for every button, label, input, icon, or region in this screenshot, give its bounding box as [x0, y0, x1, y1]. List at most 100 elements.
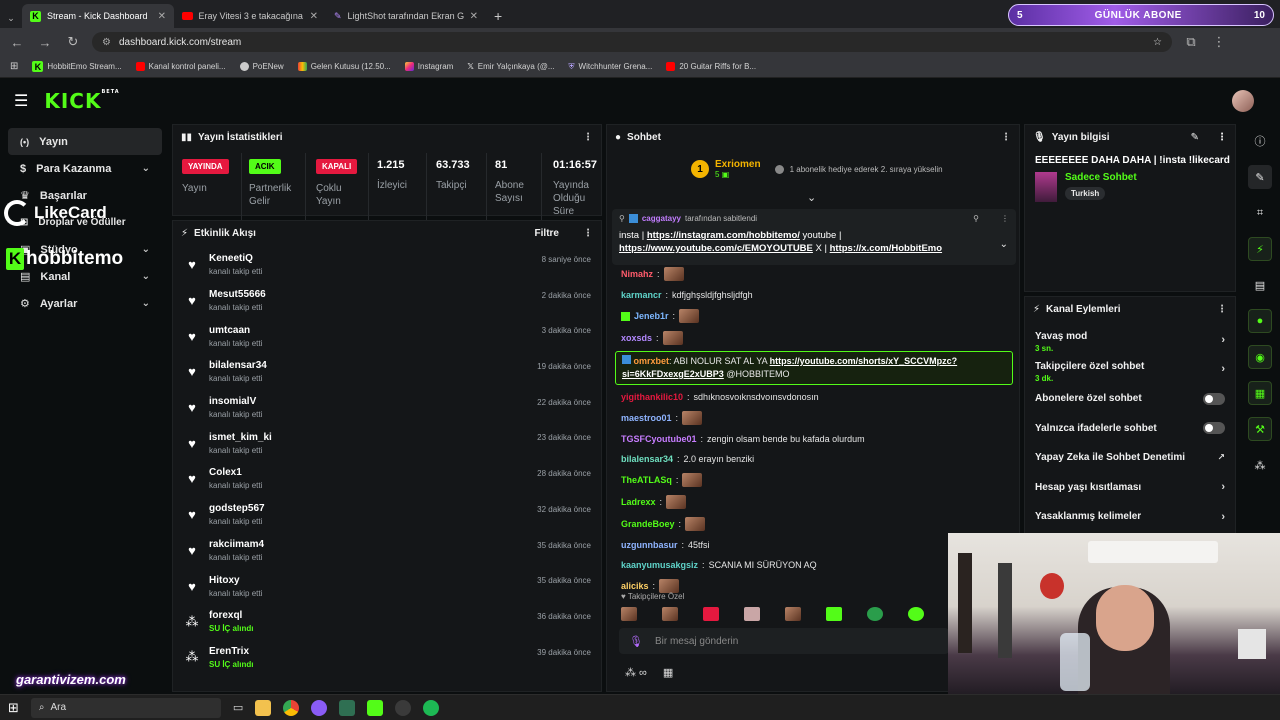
bookmark-item[interactable]: 𝕏 Emir Yalçınkaya (@...: [467, 62, 554, 71]
activity-username[interactable]: Hitoxy: [209, 575, 262, 586]
bookmark-item[interactable]: Kanal kontrol paneli...: [135, 62, 226, 71]
layout-icon[interactable]: ▦: [1248, 381, 1272, 405]
emote[interactable]: [867, 607, 883, 621]
filter-button[interactable]: Filtre: [535, 228, 559, 239]
extensions-icon[interactable]: ⧉: [1182, 34, 1200, 50]
close-icon[interactable]: ✕: [470, 11, 478, 22]
pinned-link[interactable]: https://www.youtube.com/c/EMOYOUTUBE: [619, 243, 813, 254]
emote[interactable]: [703, 607, 719, 621]
top-gifter-name[interactable]: Exriomen: [715, 159, 761, 170]
activity-username[interactable]: Mesut55666: [209, 289, 266, 300]
kick-logo[interactable]: KICKBETA: [44, 89, 119, 113]
sidebar-item-ayarlar[interactable]: ⚙ Ayarlar ⌄: [8, 290, 162, 317]
kick-app-icon[interactable]: [367, 699, 384, 716]
bookmark-item[interactable]: Instagram: [404, 62, 453, 71]
activity-username[interactable]: ismet_kim_ki: [209, 432, 272, 443]
ai-moderation-option[interactable]: Yapay Zeka ile Sohbet Denetimi ↗: [1025, 443, 1235, 473]
avatar[interactable]: [1232, 90, 1254, 112]
more-options-icon[interactable]: ⋮: [1001, 132, 1011, 143]
chat-username[interactable]: kaanyumusakgsiz: [621, 559, 698, 571]
slow-mode-option[interactable]: Yavaş mod 3 sn. ›: [1025, 325, 1235, 355]
menu-icon[interactable]: ⋮: [1210, 34, 1228, 50]
chat-username[interactable]: TGSFCyoutube01: [621, 433, 697, 445]
address-bar[interactable]: ⚙ dashboard.kick.com/stream ☆: [92, 32, 1172, 52]
emote[interactable]: [744, 607, 760, 621]
activity-username[interactable]: rakciimam4: [209, 539, 264, 550]
activity-username[interactable]: forexql: [209, 610, 253, 621]
chat-username[interactable]: TheATLASq: [621, 474, 672, 486]
taskbar-search[interactable]: ⌕ Ara: [30, 697, 221, 718]
chat-link[interactable]: https://youtube.com/shorts/xY_SCCVMpzc?: [770, 356, 958, 366]
chat-username[interactable]: GrandeBoey: [621, 518, 675, 530]
activity-username[interactable]: insomialV: [209, 396, 262, 407]
category-name[interactable]: Sadece Sohbet: [1065, 172, 1137, 183]
emote[interactable]: [908, 607, 924, 621]
chat-username[interactable]: Ladrexx: [621, 496, 656, 508]
edit-icon[interactable]: ✎: [1191, 132, 1199, 143]
forward-icon[interactable]: →: [36, 35, 54, 50]
bookmark-item[interactable]: Gelen Kutusu (12.50...: [297, 62, 391, 71]
bookmark-item[interactable]: K HobbitEmo Stream...: [32, 61, 122, 72]
chat-link[interactable]: si=6KkFDxexgE2xUBP3: [622, 369, 724, 379]
category-thumbnail[interactable]: [1035, 172, 1057, 202]
emote[interactable]: [826, 607, 842, 621]
activity-username[interactable]: godstep567: [209, 503, 265, 514]
chrome-icon[interactable]: [283, 699, 300, 716]
chat-icon[interactable]: ●: [1248, 309, 1272, 333]
activity-username[interactable]: KeneetiQ: [209, 253, 262, 264]
chat-username[interactable]: maestroo01: [621, 412, 672, 424]
task-view-icon[interactable]: ▭: [233, 701, 243, 714]
account-age-option[interactable]: Hesap yaşı kısıtlaması ›: [1025, 473, 1235, 503]
activity-username[interactable]: ErenTrix: [209, 646, 253, 657]
more-options-icon[interactable]: ⋮: [583, 132, 593, 143]
new-tab-button[interactable]: +: [486, 4, 510, 28]
microphone-icon[interactable]: 🎙︎: [629, 635, 643, 648]
chat-username[interactable]: yigithankilic10: [621, 391, 683, 403]
bookmark-item[interactable]: PoENew: [239, 62, 284, 71]
more-options-icon[interactable]: ⋮: [583, 228, 593, 239]
unpin-icon[interactable]: ⚲: [973, 214, 979, 223]
chat-username[interactable]: aliciks: [621, 580, 649, 592]
points-icon[interactable]: ⁂ ∞: [625, 666, 647, 679]
chat-username[interactable]: Nimahz: [621, 268, 653, 280]
pinned-link[interactable]: https://x.com/HobbitEmo: [830, 243, 942, 254]
broadcast-icon[interactable]: ◉: [1248, 345, 1272, 369]
bolt-icon[interactable]: ⚡: [1248, 237, 1272, 261]
reload-icon[interactable]: ↻: [64, 34, 82, 50]
windows-start-icon[interactable]: ⊞: [8, 700, 19, 716]
points-icon[interactable]: ⁂: [1248, 453, 1272, 477]
bookmark-item[interactable]: 20 Guitar Riffs for B...: [666, 62, 756, 71]
back-icon[interactable]: ←: [8, 35, 26, 50]
chat-username[interactable]: Jeneb1r: [634, 310, 669, 322]
close-icon[interactable]: ✕: [158, 11, 166, 22]
emote[interactable]: [662, 607, 678, 621]
sidebar-item-para-kazanma[interactable]: $ Para Kazanma ⌄: [8, 155, 162, 182]
tab-youtube[interactable]: Eray Vitesi 3 e takacağına 1 e ta ✕: [174, 4, 326, 28]
app-icon[interactable]: [339, 699, 356, 716]
tab-kick-dashboard[interactable]: K Stream - Kick Dashboard ✕: [22, 4, 174, 28]
chat-input[interactable]: 🎙︎ Bir mesaj gönderin: [619, 628, 949, 654]
bookmark-item[interactable]: ⛨ Witchhunter Grena...: [569, 62, 653, 72]
bookmark-star-icon[interactable]: ☆: [1153, 37, 1162, 48]
chevron-down-icon[interactable]: ⌄: [1000, 239, 1008, 250]
tab-lightshot[interactable]: ✎ LightShot tarafından Ekran Gö ✕: [326, 4, 486, 28]
more-options-icon[interactable]: ⋮: [1001, 214, 1009, 223]
followers-only-option[interactable]: Takipçilere özel sohbet 3 dk. ›: [1025, 355, 1235, 385]
wrench-icon[interactable]: ⚒: [1248, 417, 1272, 441]
subscribers-only-toggle[interactable]: [1203, 392, 1225, 405]
spotify-icon[interactable]: [423, 699, 440, 716]
activity-username[interactable]: Colex1: [209, 467, 262, 478]
hamburger-menu-icon[interactable]: ☰: [14, 91, 28, 111]
emotes-only-toggle[interactable]: [1203, 422, 1225, 435]
language-tag[interactable]: Turkish: [1065, 187, 1106, 200]
chat-username[interactable]: karmancr: [621, 289, 662, 301]
chat-username[interactable]: bilalensar34: [621, 453, 673, 465]
banned-words-option[interactable]: Yasaklanmış kelimeler ›: [1025, 502, 1235, 532]
more-options-icon[interactable]: ⋮: [1217, 132, 1227, 143]
apps-icon[interactable]: ⊞: [10, 61, 18, 72]
emote[interactable]: [785, 607, 801, 621]
store-icon[interactable]: ▦: [663, 666, 673, 679]
activity-username[interactable]: bilalensar34: [209, 360, 267, 371]
pinned-link[interactable]: https://instagram.com/hobbitemo/: [647, 230, 800, 241]
chat-username[interactable]: uzgunnbasur: [621, 539, 678, 551]
